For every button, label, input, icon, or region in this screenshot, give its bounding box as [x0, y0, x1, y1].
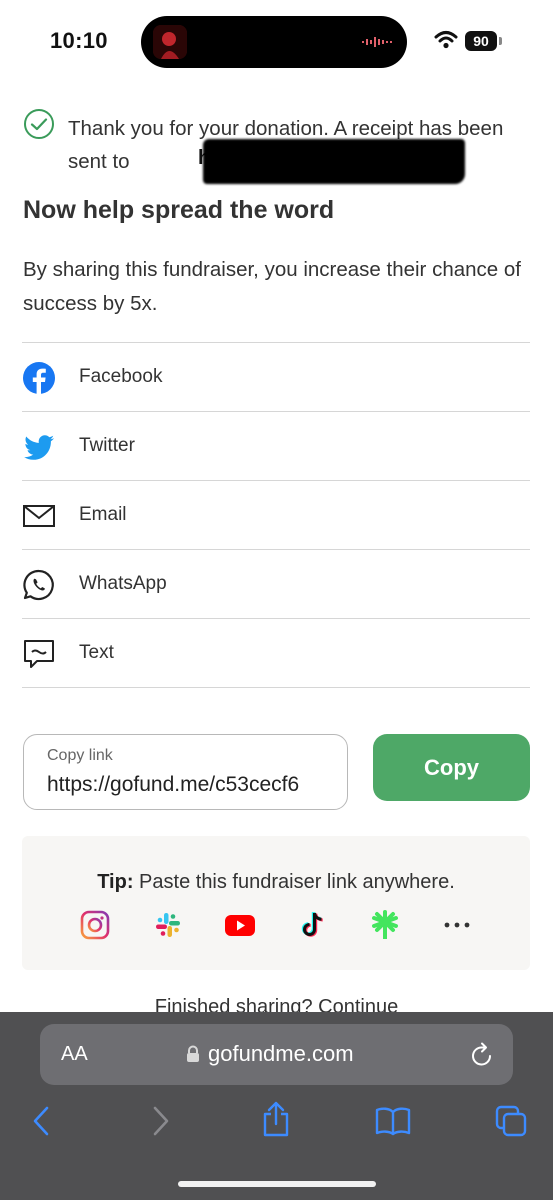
share-whatsapp-label: WhatsApp: [79, 573, 167, 594]
clock: 10:10: [50, 28, 108, 53]
redaction-block: [203, 139, 465, 184]
dynamic-island[interactable]: [141, 16, 407, 68]
reload-icon[interactable]: [470, 1042, 494, 1068]
share-text-label: Text: [79, 642, 114, 663]
now-playing-artwork: [153, 25, 187, 59]
envelope-icon: [23, 505, 55, 527]
fundraiser-link-value[interactable]: https://gofund.me/c53cecf6: [47, 773, 299, 797]
audio-waveform-icon: [362, 37, 392, 47]
battery-indicator: 90: [465, 31, 497, 51]
tabs-icon[interactable]: [494, 1104, 528, 1138]
tiktok-icon[interactable]: [298, 910, 328, 940]
tip-box: Tip: Paste this fundraiser link anywhere…: [22, 836, 530, 970]
platform-icons-row: [80, 910, 480, 944]
tip-label: Tip:: [97, 871, 134, 893]
check-circle-icon: [24, 109, 54, 139]
share-twitter-label: Twitter: [79, 435, 135, 456]
message-bubble-icon: [24, 640, 54, 668]
tip-text: Tip: Paste this fundraiser link anywhere…: [22, 871, 530, 894]
tip-message: Paste this fundraiser link anywhere.: [133, 871, 455, 893]
share-twitter[interactable]: Twitter: [22, 412, 530, 481]
share-email[interactable]: Email: [22, 481, 530, 550]
home-indicator: [178, 1181, 376, 1187]
share-facebook[interactable]: Facebook: [22, 343, 530, 412]
page-title: Now help spread the word: [23, 196, 335, 224]
youtube-icon[interactable]: [225, 910, 255, 940]
instagram-icon[interactable]: [80, 910, 110, 940]
address-bar[interactable]: AA gofundme.com: [40, 1024, 513, 1085]
forward-icon[interactable]: [150, 1104, 172, 1138]
share-whatsapp[interactable]: WhatsApp: [22, 550, 530, 619]
reader-settings-button[interactable]: AA: [61, 1043, 88, 1066]
more-icon[interactable]: [442, 910, 472, 940]
lock-icon: [187, 1045, 199, 1062]
share-email-label: Email: [79, 504, 127, 525]
twitter-icon: [24, 435, 54, 460]
share-icon[interactable]: [260, 1100, 292, 1138]
back-icon[interactable]: [30, 1104, 52, 1138]
slack-icon[interactable]: [153, 910, 183, 940]
copy-button[interactable]: Copy: [373, 734, 530, 801]
share-text[interactable]: Text: [22, 619, 530, 688]
status-bar: 10:10 90: [0, 0, 553, 84]
share-facebook-label: Facebook: [79, 366, 163, 387]
bookmarks-icon[interactable]: [375, 1106, 411, 1136]
linktree-icon[interactable]: [370, 910, 400, 940]
url-text[interactable]: gofundme.com: [208, 1041, 354, 1067]
browser-toolbar: AA gofundme.com: [0, 1012, 553, 1200]
share-options-list: Facebook Twitter Email WhatsApp Text: [22, 342, 530, 688]
wifi-icon: [434, 31, 458, 49]
copy-link-label: Copy link: [47, 747, 113, 764]
whatsapp-icon: [23, 569, 54, 601]
facebook-icon: [23, 362, 55, 394]
battery-tip: [499, 37, 502, 45]
copy-link-field[interactable]: Copy link https://gofund.me/c53cecf6: [23, 734, 348, 810]
share-description: By sharing this fundraiser, you increase…: [23, 258, 521, 315]
